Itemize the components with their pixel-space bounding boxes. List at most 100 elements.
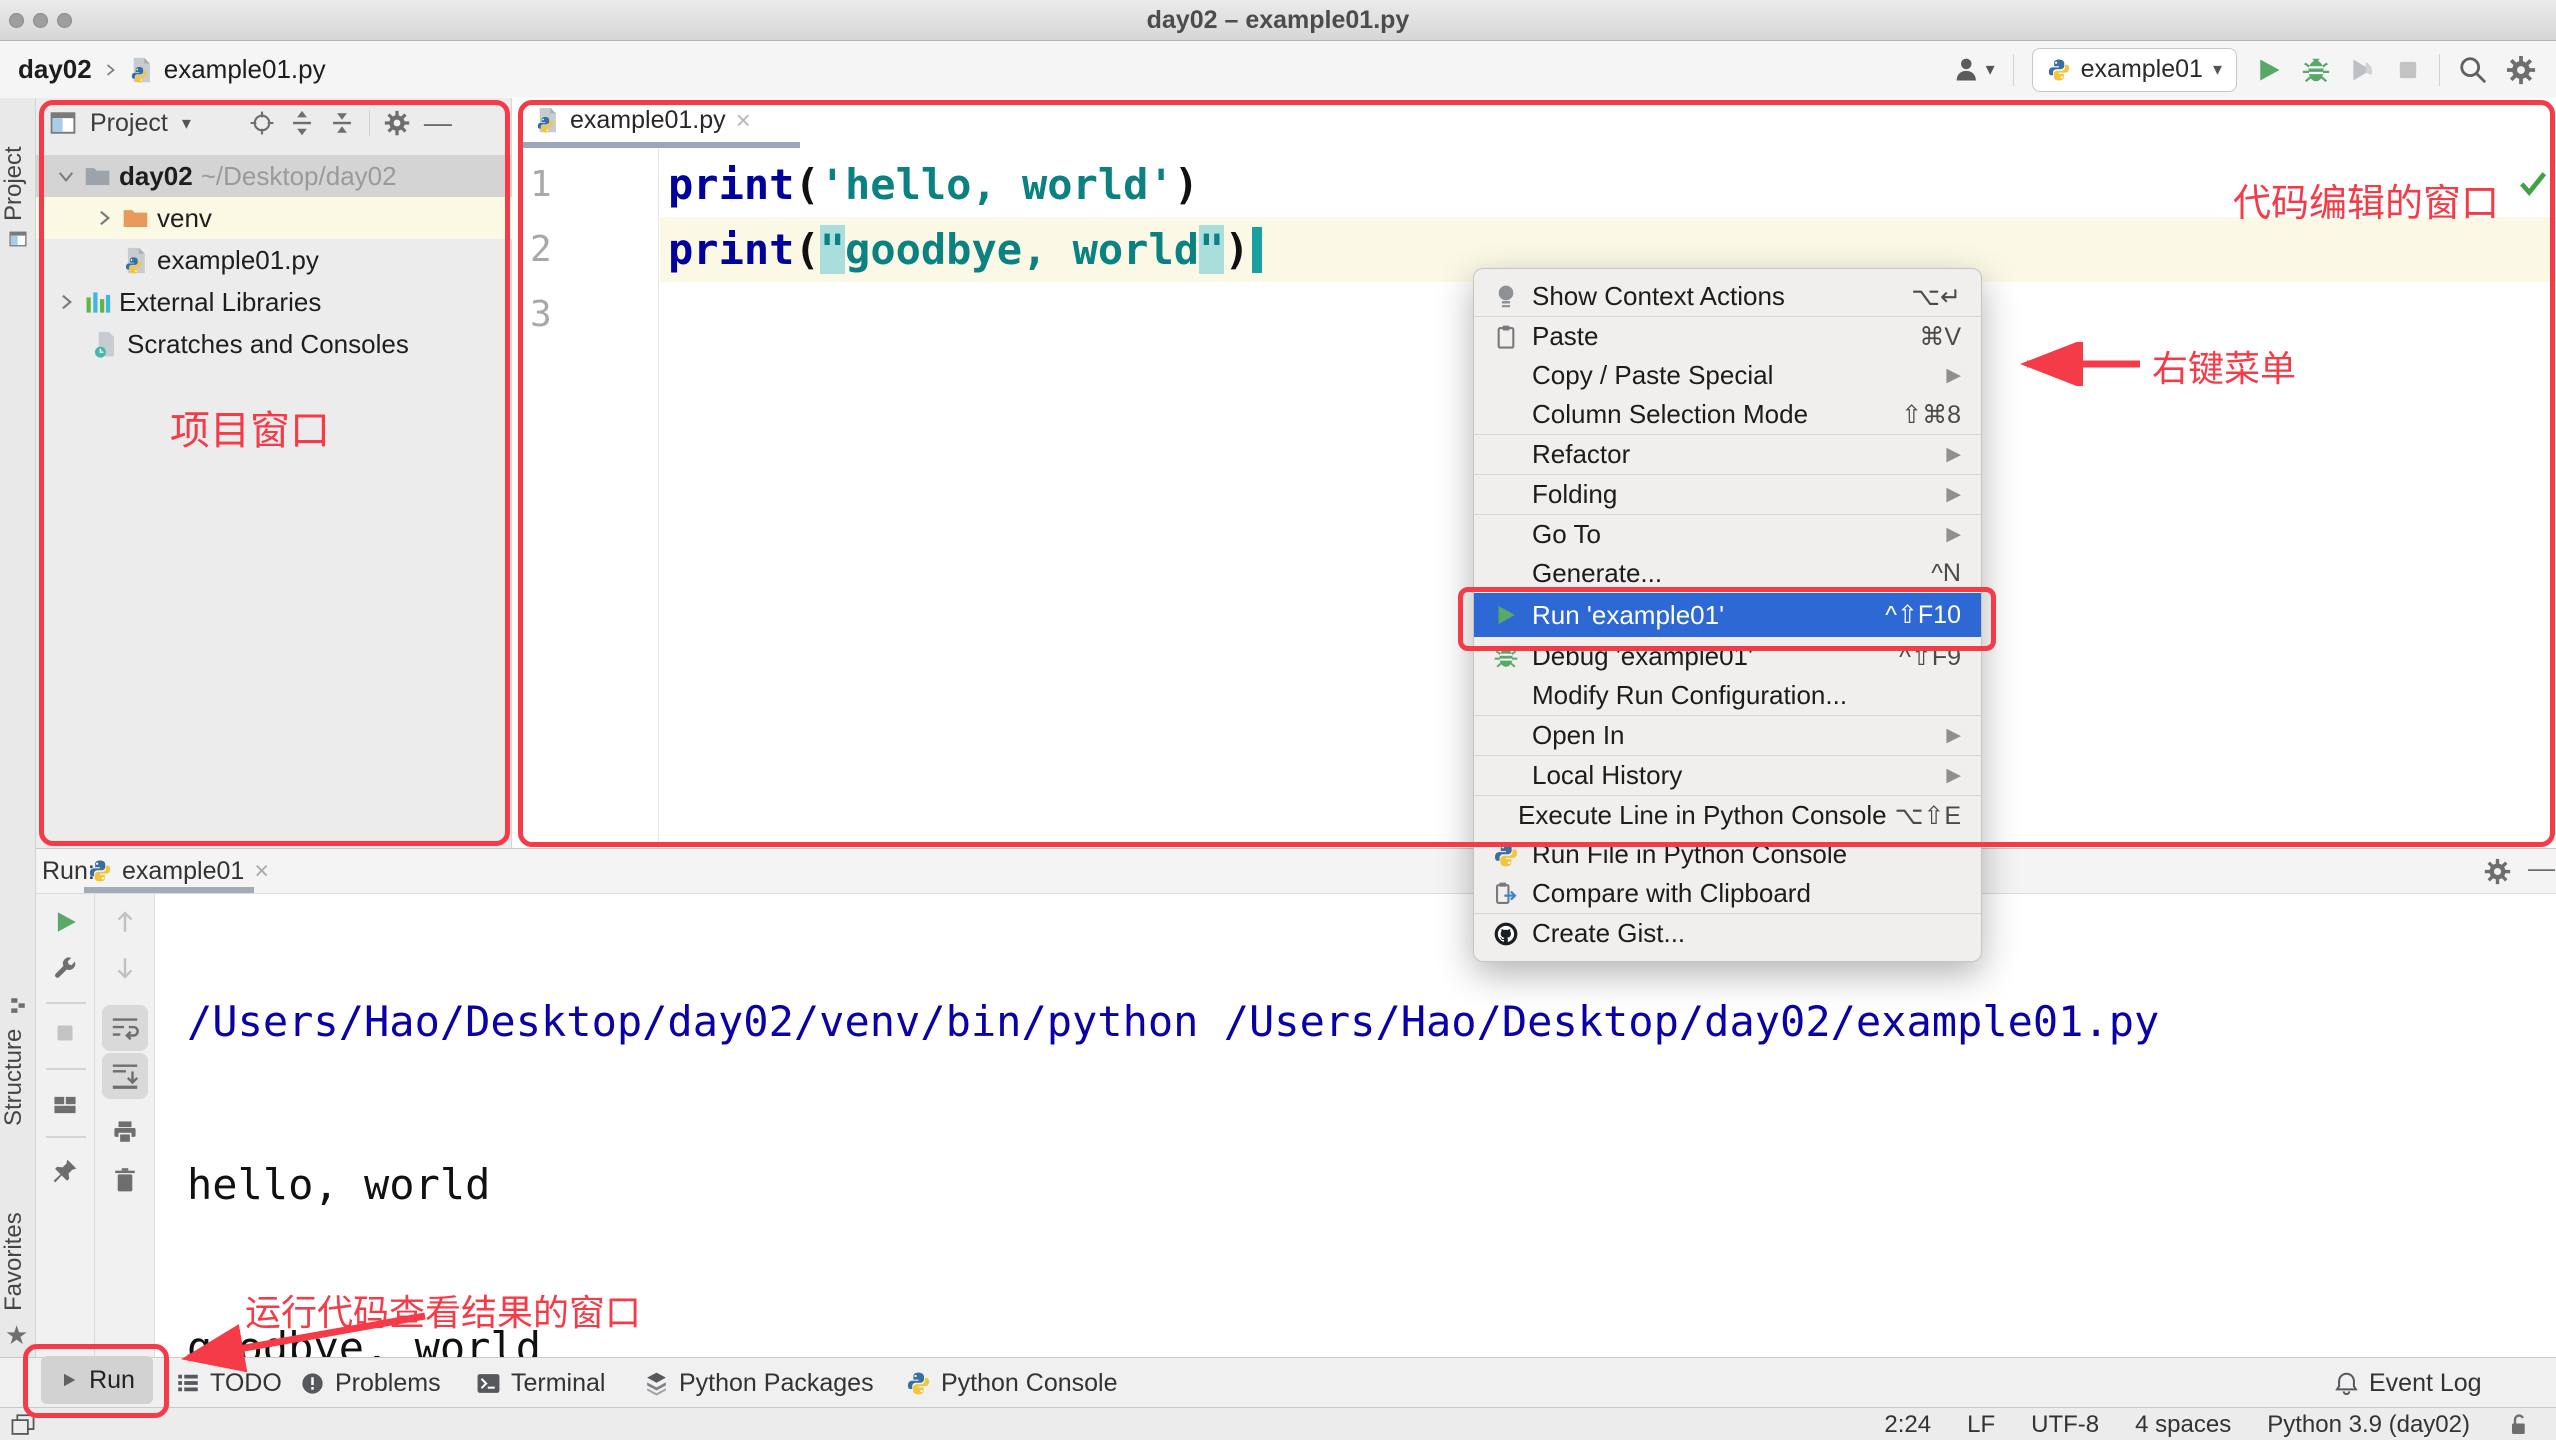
menu-item-create-gist[interactable]: Create Gist... bbox=[1474, 914, 1981, 953]
menu-item-debug-example01[interactable]: Debug 'example01'^⇧F9 bbox=[1474, 637, 1981, 676]
annotation-arrow-to-run-button bbox=[150, 1302, 450, 1372]
cursor-position[interactable]: 2:24 bbox=[1884, 1411, 1931, 1439]
settings-gear-icon[interactable] bbox=[2506, 55, 2536, 85]
tree-item-venv[interactable]: venv bbox=[36, 197, 570, 239]
run-button[interactable] bbox=[2255, 56, 2283, 84]
menu-item-refactor[interactable]: Refactor▶ bbox=[1474, 435, 1981, 474]
menu-item-run-example01[interactable]: Run 'example01'^⇧F10 bbox=[1474, 593, 1981, 637]
print-icon[interactable] bbox=[112, 1119, 138, 1145]
problems-icon bbox=[300, 1371, 325, 1396]
user-menu-button[interactable]: ▾ bbox=[1954, 56, 1995, 84]
chevron-down-icon[interactable]: ▾ bbox=[182, 113, 191, 134]
annotation-menu-label: 右键菜单 bbox=[2152, 340, 2296, 392]
clear-console-trash-icon[interactable] bbox=[112, 1167, 138, 1193]
file-encoding[interactable]: UTF-8 bbox=[2031, 1411, 2099, 1439]
close-tab-icon[interactable]: × bbox=[254, 857, 269, 886]
run-tool-window-button[interactable]: Run bbox=[41, 1356, 153, 1404]
python-icon bbox=[906, 1371, 931, 1396]
run-configuration-select[interactable]: example01 ▾ bbox=[2032, 48, 2237, 92]
tab-example01[interactable]: example01.py × bbox=[520, 98, 765, 142]
project-tool-window-icon[interactable] bbox=[9, 230, 27, 248]
run-toolbar-right bbox=[95, 894, 155, 1358]
search-everywhere-icon[interactable] bbox=[2458, 55, 2488, 85]
restore-layout-icon[interactable] bbox=[52, 1092, 78, 1118]
run-with-coverage-button[interactable] bbox=[2349, 56, 2377, 84]
favorites-star-icon[interactable]: ★ bbox=[5, 1320, 28, 1351]
line-ending[interactable]: LF bbox=[1967, 1411, 1995, 1439]
hide-panel-icon[interactable]: — bbox=[424, 107, 452, 139]
run-settings-gear-icon[interactable] bbox=[2484, 858, 2511, 885]
chevron-right-icon[interactable] bbox=[56, 292, 76, 312]
soft-wrap-toggle[interactable] bbox=[102, 1005, 148, 1051]
structure-tool-window-icon[interactable] bbox=[9, 996, 27, 1014]
menu-item-generate[interactable]: Generate...^N bbox=[1474, 554, 1981, 593]
menu-item-open-in[interactable]: Open In▶ bbox=[1474, 716, 1981, 755]
menu-item-local-history[interactable]: Local History▶ bbox=[1474, 756, 1981, 795]
stripe-project-label[interactable]: Project bbox=[0, 142, 36, 226]
active-tab-underline bbox=[518, 142, 800, 148]
chevron-down-icon: ▾ bbox=[2213, 59, 2222, 80]
tree-path: ~/Desktop/day02 bbox=[201, 161, 397, 192]
python-console-tool-window-button[interactable]: Python Console bbox=[906, 1358, 1118, 1408]
tree-item-external-libraries[interactable]: External Libraries bbox=[36, 281, 532, 323]
toolbar-divider bbox=[46, 1136, 86, 1138]
rerun-button[interactable] bbox=[53, 909, 79, 935]
close-tab-icon[interactable]: × bbox=[736, 105, 751, 136]
toolbar-separator bbox=[2013, 54, 2014, 86]
wrench-settings-icon[interactable] bbox=[52, 955, 78, 981]
python-file-icon bbox=[534, 107, 560, 133]
tree-item-scratches[interactable]: Scratches and Consoles bbox=[36, 323, 568, 365]
indent-style[interactable]: 4 spaces bbox=[2135, 1411, 2231, 1439]
event-log-button[interactable]: Event Log bbox=[2334, 1358, 2482, 1408]
menu-item-paste[interactable]: Paste⌘V bbox=[1474, 317, 1981, 356]
libraries-icon bbox=[84, 289, 111, 316]
menu-item-modify-run-configuration[interactable]: Modify Run Configuration... bbox=[1474, 676, 1981, 715]
menu-item-show-context-actions[interactable]: Show Context Actions⌥↵ bbox=[1474, 277, 1981, 316]
submenu-arrow-icon: ▶ bbox=[1946, 724, 1961, 747]
tool-windows-toggle-icon[interactable] bbox=[10, 1412, 36, 1438]
stop-button[interactable] bbox=[2395, 57, 2421, 83]
chevron-right-icon bbox=[102, 62, 118, 78]
panel-settings-gear-icon[interactable] bbox=[384, 110, 410, 136]
line-number: 3 bbox=[530, 294, 590, 335]
toolbar-separator bbox=[2439, 54, 2440, 86]
terminal-tool-window-button[interactable]: Terminal bbox=[476, 1358, 605, 1408]
menu-item-folding[interactable]: Folding▶ bbox=[1474, 475, 1981, 514]
python-interpreter[interactable]: Python 3.9 (day02) bbox=[2267, 1411, 2470, 1439]
code-line-1[interactable]: print('hello, world') bbox=[660, 152, 1199, 217]
hide-panel-icon[interactable]: — bbox=[2528, 853, 2555, 884]
code-line-2[interactable]: print("goodbye, world") bbox=[660, 217, 1262, 282]
breadcrumb: day02 example01.py bbox=[18, 41, 326, 98]
collapse-all-icon[interactable] bbox=[329, 110, 355, 136]
stripe-favorites-label[interactable]: Favorites bbox=[0, 1206, 36, 1318]
pin-tab-icon[interactable] bbox=[52, 1158, 78, 1184]
menu-item-run-file-in-python-console[interactable]: Run File in Python Console bbox=[1474, 835, 1981, 874]
menu-item-compare-with-clipboard[interactable]: Compare with Clipboard bbox=[1474, 874, 1981, 913]
debug-button[interactable] bbox=[2301, 55, 2331, 85]
run-tool-window: Run: example01 × — bbox=[36, 848, 2556, 1357]
project-panel-title[interactable]: Project bbox=[90, 109, 168, 138]
menu-item-execute-line-in-python-console[interactable]: Execute Line in Python Console⌥⇧E bbox=[1474, 796, 1981, 835]
expand-all-icon[interactable] bbox=[289, 110, 315, 136]
menu-item-go-to[interactable]: Go To▶ bbox=[1474, 515, 1981, 554]
tree-item-day02[interactable]: day02 ~/Desktop/day02 bbox=[36, 155, 532, 197]
stripe-structure-label[interactable]: Structure bbox=[0, 1020, 36, 1134]
inspections-ok-check-icon[interactable] bbox=[2518, 168, 2548, 198]
down-stack-trace-icon[interactable] bbox=[112, 955, 138, 981]
scroll-to-end-toggle[interactable] bbox=[102, 1053, 148, 1099]
python-packages-tool-window-button[interactable]: Python Packages bbox=[644, 1358, 874, 1408]
chevron-down-icon[interactable] bbox=[56, 166, 76, 186]
locate-file-icon[interactable] bbox=[249, 110, 275, 136]
menu-item-column-selection-mode[interactable]: Column Selection Mode⇧⌘8 bbox=[1474, 395, 1981, 434]
stop-button[interactable] bbox=[53, 1021, 77, 1045]
project-panel-header: Project ▾ — bbox=[36, 98, 512, 148]
chevron-right-icon[interactable] bbox=[94, 208, 114, 228]
unlocked-padlock-icon[interactable] bbox=[2506, 1413, 2530, 1437]
gutter-separator bbox=[658, 148, 659, 848]
run-tab-example01[interactable]: example01 × bbox=[88, 851, 269, 891]
breadcrumb-file[interactable]: example01.py bbox=[164, 54, 326, 85]
menu-item-copy-paste-special[interactable]: Copy / Paste Special▶ bbox=[1474, 356, 1981, 395]
submenu-arrow-icon: ▶ bbox=[1946, 364, 1961, 387]
up-stack-trace-icon[interactable] bbox=[112, 909, 138, 935]
breadcrumb-project[interactable]: day02 bbox=[18, 54, 92, 85]
